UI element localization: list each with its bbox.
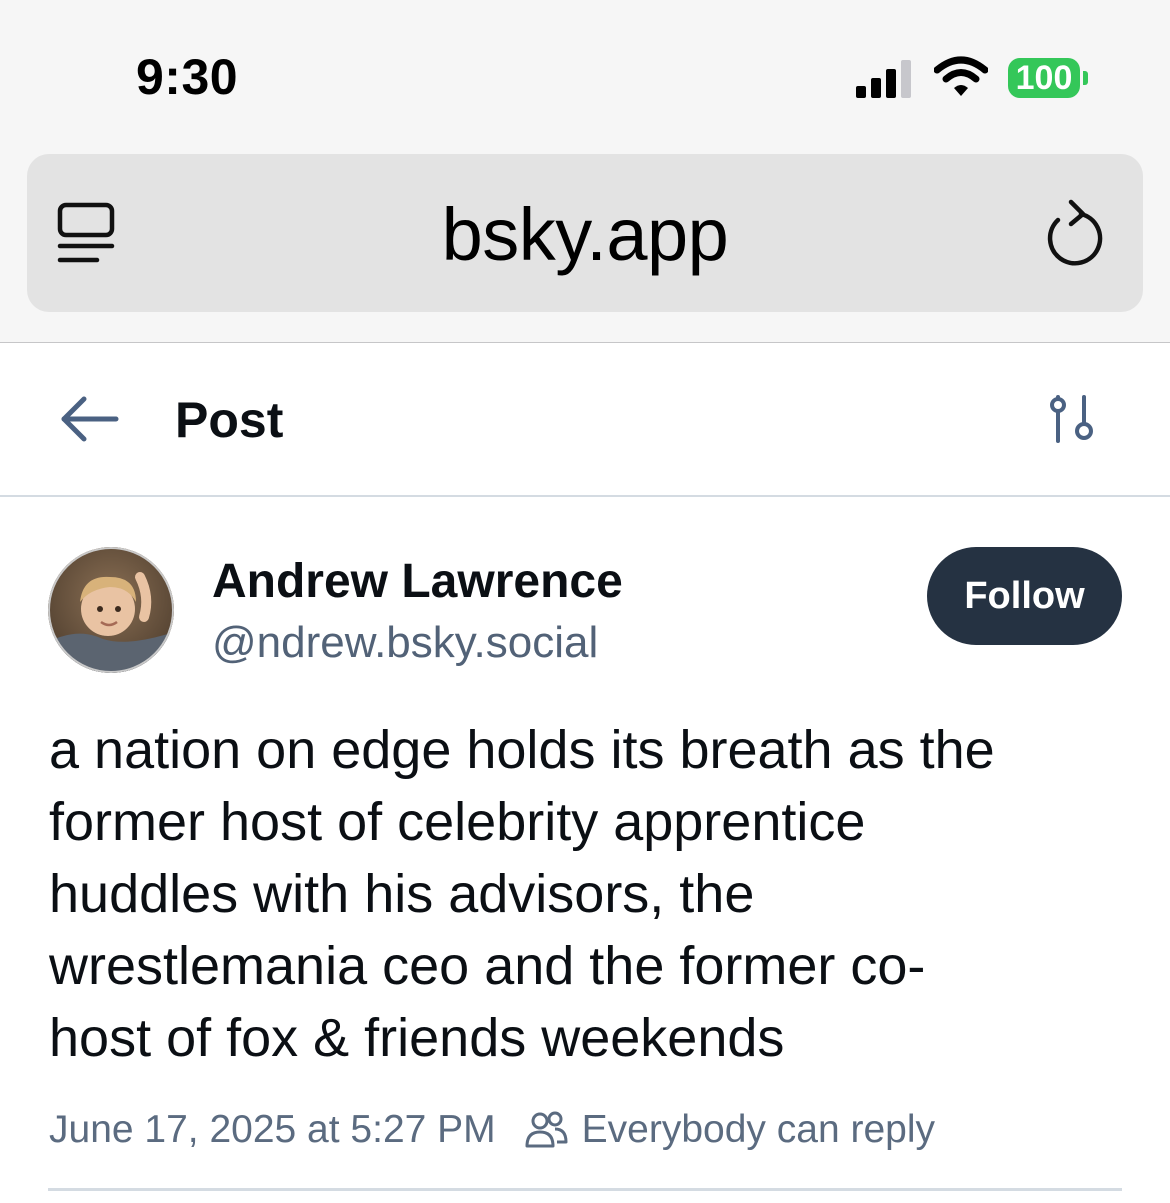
author-name[interactable]: Andrew Lawrence	[212, 554, 623, 609]
follow-button[interactable]: Follow	[927, 547, 1122, 645]
post-header: Post	[0, 343, 1170, 497]
post-text-line: wrestlemania ceo and the former co-	[49, 936, 926, 996]
people-icon	[525, 1111, 568, 1148]
status-time: 9:30	[136, 49, 239, 105]
status-bar: 9:30 100	[0, 0, 1170, 140]
wifi-icon	[934, 56, 988, 96]
divider	[48, 1188, 1122, 1191]
avatar[interactable]	[48, 547, 174, 673]
url-text[interactable]: bsky.app	[27, 192, 1143, 277]
post-text-line: a nation on edge holds its breath as the	[49, 720, 995, 780]
post-text: a nation on edge holds its breath as the…	[49, 714, 1139, 1074]
browser-chrome: bsky.app	[0, 140, 1170, 343]
post-text-line: former host of celebrity apprentice	[49, 792, 866, 852]
back-arrow-icon[interactable]	[60, 395, 120, 443]
cellular-signal-icon	[856, 60, 911, 98]
address-bar[interactable]: bsky.app	[27, 154, 1143, 312]
battery-tip	[1083, 71, 1088, 85]
thread-options-icon[interactable]	[1046, 393, 1098, 445]
reload-icon[interactable]	[1041, 198, 1103, 268]
reply-setting[interactable]: Everybody can reply	[582, 1108, 935, 1152]
post-timestamp[interactable]: June 17, 2025 at 5:27 PM	[49, 1108, 496, 1152]
post-meta: June 17, 2025 at 5:27 PM Everybody can r…	[49, 1104, 935, 1156]
post-text-line: huddles with his advisors, the	[49, 864, 755, 924]
battery-icon: 100	[1008, 58, 1080, 98]
author-handle[interactable]: @ndrew.bsky.social	[212, 618, 598, 668]
page-title: Post	[175, 392, 284, 448]
post-text-line: host of fox & friends weekends	[49, 1008, 785, 1068]
